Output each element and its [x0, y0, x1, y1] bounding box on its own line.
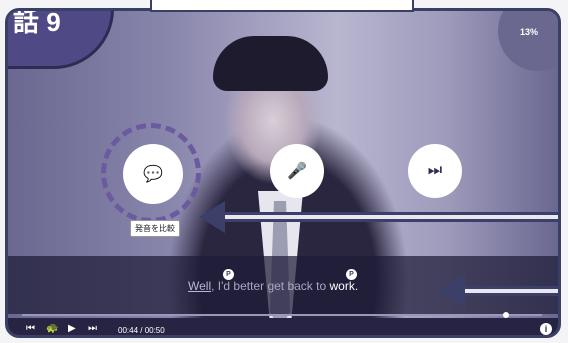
time-readout: 00:44 / 00:50	[118, 326, 165, 335]
record-button[interactable]: 🎤	[270, 144, 324, 198]
subtitle-text: Well, I'd better get back to work.	[188, 279, 358, 293]
top-bar	[150, 0, 414, 12]
microphone-icon: 🎤	[287, 163, 307, 180]
subtitle-word-work[interactable]: work.	[330, 279, 359, 293]
next-button[interactable]: ⏭	[408, 144, 462, 198]
play-icon[interactable]: ▶	[68, 323, 76, 334]
subtitle-word-well[interactable]: Well	[188, 279, 211, 293]
pin-icon[interactable]: P	[346, 269, 357, 280]
pin-icon[interactable]: P	[223, 269, 234, 280]
compare-tooltip: 発音を比較	[130, 220, 180, 237]
arrow-pointer	[199, 201, 558, 233]
lesson-label: 話 9	[13, 8, 61, 37]
skip-next-icon: ⏭	[427, 162, 443, 179]
playback-controls: ⏮ 🐢 ▶ ⏭ 00:44 / 00:50 i	[8, 318, 558, 335]
video-player: 13% 💬 発音を比較 🎤 ⏭ Well, I'd better get bac…	[5, 8, 561, 338]
compare-pronunciation-button[interactable]: 💬	[123, 144, 183, 204]
slow-speed-icon[interactable]: 🐢	[46, 323, 58, 334]
video-person-hair	[213, 36, 328, 91]
subtitle-word-rest: , I'd better get back to	[211, 279, 327, 293]
skip-back-icon[interactable]: ⏮	[26, 323, 35, 334]
progress-percent: 13%	[520, 27, 539, 37]
chat-bubbles-icon: 💬	[143, 166, 163, 183]
arrow-pointer	[439, 275, 558, 307]
skip-forward-icon[interactable]: ⏭	[88, 323, 97, 334]
info-icon[interactable]: i	[540, 323, 552, 335]
seek-bar[interactable]	[22, 314, 542, 316]
